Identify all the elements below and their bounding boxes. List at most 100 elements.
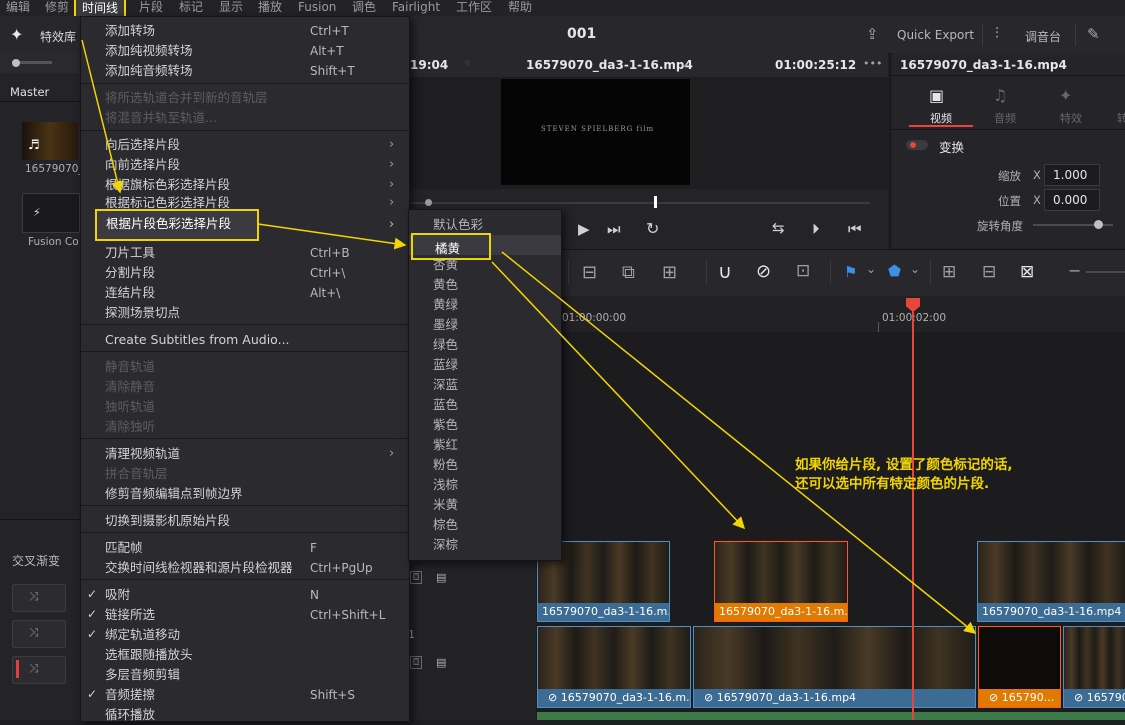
- zoom-out-icon[interactable]: −: [1068, 261, 1081, 280]
- more-options-icon[interactable]: •••: [863, 57, 882, 70]
- timeline-clip-orange[interactable]: ⊘ 165790...: [978, 626, 1061, 708]
- submenu-item-pink[interactable]: 粉色: [409, 455, 561, 475]
- menu-trim[interactable]: 修剪: [45, 0, 69, 14]
- menu-edit[interactable]: 编辑: [6, 0, 30, 14]
- timeline-clip[interactable]: 16579070_da3-1-16.mp4: [977, 541, 1125, 622]
- menu-fairlight[interactable]: Fairlight: [392, 0, 440, 14]
- menu-item-select-backward[interactable]: 向前选择片段 ›: [81, 155, 409, 175]
- menu-item-detect-scene-cuts[interactable]: 探测场景切点: [81, 303, 409, 323]
- menu-item-clean-video-tracks[interactable]: 清理视频轨道 ›: [81, 444, 409, 464]
- submenu-item-purple[interactable]: 紫色: [409, 415, 561, 435]
- playhead-marker[interactable]: [654, 196, 657, 208]
- effects-tab-icon[interactable]: ✦: [1059, 86, 1072, 105]
- menu-item-selection-follows-playhead[interactable]: 选框跟随播放头: [81, 645, 409, 665]
- timeline-clip[interactable]: ⊘ 16579070_da3-1-16.m...: [537, 626, 691, 708]
- menu-item-snapping[interactable]: ✓ 吸附 N: [81, 585, 409, 605]
- submenu-item-olive[interactable]: 墨绿: [409, 315, 561, 335]
- submenu-item-lime[interactable]: 黄绿: [409, 295, 561, 315]
- submenu-item-brown[interactable]: 棕色: [409, 515, 561, 535]
- effects-library-button[interactable]: 特效库: [40, 28, 76, 45]
- submenu-item-teal[interactable]: 蓝绿: [409, 355, 561, 375]
- submenu-item-tan[interactable]: 浅棕: [409, 475, 561, 495]
- export-icon[interactable]: ⇪: [866, 25, 879, 43]
- media-clip-thumbnail[interactable]: ♬: [22, 122, 78, 160]
- menu-playback[interactable]: 播放: [258, 0, 282, 14]
- audio-track-clips[interactable]: [537, 712, 1125, 720]
- timeline-clip-orange[interactable]: 16579070_da3-1-16.m...: [714, 541, 848, 622]
- submenu-item-chocolate[interactable]: 深棕: [409, 535, 561, 555]
- menu-item-add-audio-transition[interactable]: 添加纯音频转场 Shift+T: [81, 61, 409, 81]
- snapping-icon[interactable]: ∪: [718, 261, 732, 283]
- zoom-detail-icon[interactable]: ⊟: [982, 262, 996, 282]
- menu-fusion[interactable]: Fusion: [298, 0, 336, 14]
- flag-icon[interactable]: ⚑: [844, 263, 857, 281]
- menu-item-select-by-clip-color[interactable]: 根据片段色彩选择片段: [95, 209, 259, 241]
- tab-audio[interactable]: 音频: [994, 110, 1016, 126]
- menu-item-add-transition[interactable]: 添加转场 Ctrl+T: [81, 21, 409, 41]
- quick-export-button[interactable]: Quick Export: [897, 28, 974, 42]
- viewer-clip-name[interactable]: 16579070_da3-1-16.mp4: [526, 58, 693, 72]
- chevron-down-icon[interactable]: ⌄: [866, 262, 876, 276]
- film-strip-icon[interactable]: ▤: [436, 571, 446, 584]
- submenu-item-navy[interactable]: 深蓝: [409, 375, 561, 395]
- submenu-item-default[interactable]: 默认色彩: [409, 215, 561, 235]
- menu-item-audio-scrubbing[interactable]: ✓ 音频搓擦 Shift+S: [81, 685, 409, 705]
- track-monitor-icon[interactable]: ⌼: [410, 571, 422, 584]
- menu-item-add-video-transition[interactable]: 添加纯视频转场 Alt+T: [81, 41, 409, 61]
- link-icon[interactable]: ⊘: [756, 261, 771, 282]
- menu-item-loop-playback[interactable]: 循环播放: [81, 705, 409, 725]
- menu-item-match-frame[interactable]: 匹配帧 F: [81, 538, 409, 558]
- chevron-down-icon[interactable]: ⌄: [910, 262, 920, 276]
- menu-color[interactable]: 调色: [352, 0, 376, 14]
- menu-item-trim-audio-edit-points[interactable]: 修剪音频编辑点到帧边界: [81, 484, 409, 504]
- audio-tab-icon[interactable]: ♫: [993, 86, 1007, 105]
- menu-item-linked-selection[interactable]: ✓ 链接所选 Ctrl+Shift+L: [81, 605, 409, 625]
- menu-item-lock-track-movement[interactable]: ✓ 绑定轨道移动: [81, 625, 409, 645]
- tab-video[interactable]: 视频: [930, 110, 952, 126]
- marker-icon[interactable]: ⬟: [888, 262, 901, 280]
- loop-icon[interactable]: ↻: [646, 219, 659, 238]
- timeline-playhead[interactable]: [912, 300, 914, 720]
- submenu-item-apricot[interactable]: 杏黄: [409, 255, 561, 275]
- submenu-item-green[interactable]: 绿色: [409, 335, 561, 355]
- transform-section-label[interactable]: 变换: [939, 137, 964, 156]
- transition-preset-2[interactable]: ⤨: [12, 620, 66, 648]
- submenu-item-violet[interactable]: 紫红: [409, 435, 561, 455]
- zoom-full-icon[interactable]: ⊞: [942, 262, 956, 282]
- timeline-ruler[interactable]: 01:00:00:00 01:00:02:00: [560, 296, 1125, 332]
- transition-preset-3[interactable]: ⤨: [12, 656, 66, 684]
- zoom-x-field[interactable]: 1.000: [1044, 164, 1100, 186]
- submenu-item-blue[interactable]: 蓝色: [409, 395, 561, 415]
- submenu-item-yellow[interactable]: 黄色: [409, 275, 561, 295]
- track-monitor-icon[interactable]: ⌼: [410, 656, 422, 669]
- menu-item-create-subtitles[interactable]: Create Subtitles from Audio...: [81, 330, 409, 350]
- menu-workspace[interactable]: 工作区: [456, 0, 492, 14]
- next-frame-icon[interactable]: ⏵: [812, 220, 820, 238]
- video-tab-icon[interactable]: ▣: [929, 86, 944, 105]
- overwrite-clip-icon[interactable]: ⊞: [662, 262, 677, 283]
- menu-item-select-forward[interactable]: 向后选择片段 ›: [81, 135, 409, 155]
- menu-item-join-clips[interactable]: 连结片段 Alt+\: [81, 283, 409, 303]
- dynamic-trim-icon[interactable]: ⊟: [582, 262, 597, 283]
- tab-effects[interactable]: 特效: [1060, 110, 1082, 126]
- transform-toggle[interactable]: [906, 140, 928, 150]
- fusion-comp-thumbnail[interactable]: ⚡: [22, 193, 80, 233]
- zoom-slider[interactable]: [1086, 271, 1125, 273]
- menu-item-blade-tool[interactable]: 刀片工具 Ctrl+B: [81, 243, 409, 263]
- tab-transitions[interactable]: 转: [1117, 110, 1125, 126]
- master-bin-label[interactable]: Master: [10, 85, 49, 99]
- play-icon[interactable]: ▶: [578, 220, 590, 238]
- menu-item-swap-viewers[interactable]: 交换时间线检视器和源片段检视器 Ctrl+PgUp: [81, 558, 409, 578]
- menu-clip[interactable]: 片段: [139, 0, 163, 14]
- scrubber-track[interactable]: [408, 202, 870, 204]
- mixer-button[interactable]: 调音台: [1025, 28, 1061, 45]
- lock-icon[interactable]: ⊡: [796, 261, 810, 281]
- timeline-clip[interactable]: ⊘ 165790: [1063, 626, 1125, 708]
- scrubber-handle[interactable]: [425, 199, 432, 206]
- menu-item-split-clip[interactable]: 分割片段 Ctrl+\: [81, 263, 409, 283]
- replace-clip-icon[interactable]: ⧉: [622, 262, 635, 283]
- match-frame-icon[interactable]: ⇆: [772, 219, 785, 237]
- film-strip-icon[interactable]: ▤: [436, 656, 446, 669]
- zoom-custom-icon[interactable]: ⊠: [1020, 262, 1034, 282]
- menu-item-switch-camera-raw[interactable]: 切换到摄影机原始片段: [81, 511, 409, 531]
